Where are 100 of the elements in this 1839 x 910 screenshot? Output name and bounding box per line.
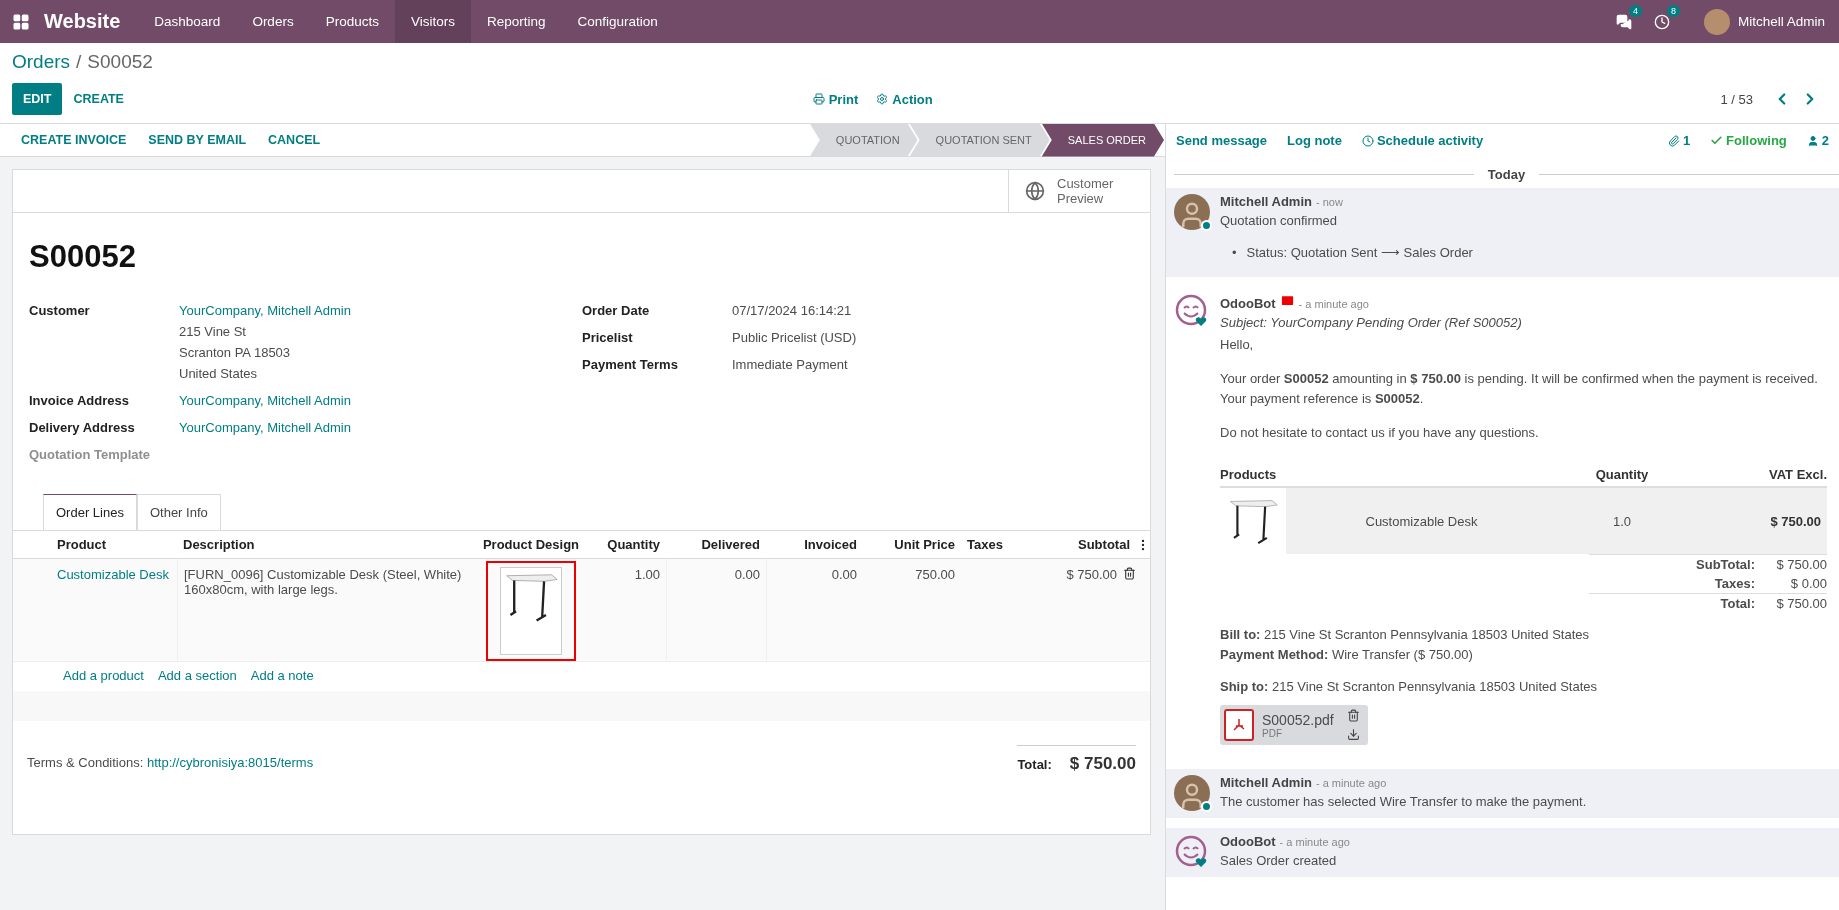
count-badge: 4 xyxy=(1628,4,1642,17)
globe-icon xyxy=(1025,181,1045,201)
chatter-action-button[interactable]: Log note xyxy=(1287,133,1342,148)
trash-icon[interactable] xyxy=(1123,567,1136,580)
column-header: Taxes xyxy=(966,537,1004,552)
field-value: Immediate Payment xyxy=(732,356,849,374)
clock-icon xyxy=(1361,134,1374,147)
column-header: Invoiced xyxy=(803,537,858,552)
field-label: Quotation Template xyxy=(29,446,152,464)
primary-button[interactable]: EDIT xyxy=(12,83,63,115)
online-status-dot xyxy=(1201,220,1212,231)
table-cell-text: 1.00 xyxy=(633,566,661,584)
field-value: Public Pricelist (USD) xyxy=(732,329,858,347)
terms-link[interactable]: http://cybronisiya:8015/terms xyxy=(146,755,314,770)
status-stage[interactable]: QUOTATION xyxy=(809,123,918,157)
tab[interactable]: Other Info xyxy=(136,494,221,531)
column-header: Delivered xyxy=(700,537,761,552)
pdf-icon xyxy=(1224,709,1254,741)
menu-item[interactable]: Products xyxy=(309,0,395,43)
pager: 1 / 53 xyxy=(1720,91,1753,107)
field-label: Customer xyxy=(29,302,91,320)
tracking-value: Status: Quotation Sent ⟶ Sales Order xyxy=(1246,244,1473,262)
field-link[interactable]: YourCompany, Mitchell Admin xyxy=(179,417,582,438)
add-line-link[interactable]: Add a product xyxy=(63,668,144,683)
column-header: Quantity xyxy=(1594,467,1650,482)
field-label: Order Date xyxy=(582,302,651,320)
trash-icon[interactable] xyxy=(1347,709,1360,722)
total-label: SubTotal: xyxy=(1696,557,1755,572)
address-line: Bill to: 215 Vine St Scranton Pennsylvania 18503 United States xyxy=(1220,626,1591,644)
followers-button[interactable]: 2 xyxy=(1806,133,1829,148)
total-label: Taxes: xyxy=(1714,576,1755,591)
field-label: Delivery Address xyxy=(29,419,136,437)
order-title: S00052 xyxy=(29,239,137,275)
table-cell-text: $ 750.00 xyxy=(1066,567,1117,584)
address-line: Scranton PA 18503 xyxy=(179,344,292,362)
table-cell-text: Customizable Desk xyxy=(1364,512,1479,531)
field-label: Payment Terms xyxy=(582,356,679,374)
menu-item[interactable]: Reporting xyxy=(470,0,562,43)
column-header: Description xyxy=(182,537,256,552)
breadcrumb-link[interactable]: Orders xyxy=(12,51,71,73)
status-stage[interactable]: QUOTATION SENT xyxy=(909,123,1050,157)
person-icon xyxy=(1806,134,1819,147)
column-header: Unit Price xyxy=(893,537,956,552)
desk-drawing xyxy=(1227,497,1279,545)
table-cell: 0.00 xyxy=(666,559,766,661)
breadcrumb-current: S00052 xyxy=(87,51,153,73)
chat-icon[interactable] xyxy=(1615,13,1632,30)
table-cell: [FURN_0096] Customizable Desk (Steel, White) 160x80cm, with large legs. xyxy=(177,559,471,661)
product-link[interactable]: Customizable Desk xyxy=(51,559,177,661)
app-grid-icon[interactable] xyxy=(12,12,30,31)
status-action-button[interactable]: CREATE INVOICE xyxy=(10,124,138,156)
count-badge: 8 xyxy=(1666,4,1680,17)
attachments-button[interactable]: 1 xyxy=(1667,133,1691,148)
column-header: Subtotal xyxy=(1077,537,1131,552)
column-header: Product xyxy=(56,537,108,552)
user-avatar xyxy=(1174,775,1210,811)
status-stage[interactable]: SALES ORDER xyxy=(1041,123,1164,157)
secondary-button[interactable]: CREATE xyxy=(62,83,135,115)
total-label: Total: xyxy=(1720,596,1755,611)
table-cell-text: $ 750.00 xyxy=(1769,512,1822,531)
table-cell-text: 750.00 xyxy=(914,566,956,584)
message-time: - a minute ago xyxy=(1298,298,1369,310)
field-label: Pricelist xyxy=(582,329,634,347)
breadcrumb-separator: / xyxy=(76,51,82,73)
following-button[interactable]: Following xyxy=(1710,133,1787,148)
total-label: Total: xyxy=(1017,757,1052,772)
column-header: VAT Excl. xyxy=(1767,467,1827,482)
check-icon xyxy=(1710,134,1724,147)
menu-item[interactable]: Visitors xyxy=(394,0,471,43)
status-action-button[interactable]: CANCEL xyxy=(257,124,332,156)
message-author: OdooBot xyxy=(1220,834,1276,849)
gear-icon xyxy=(876,93,889,105)
message-author: OdooBot xyxy=(1220,296,1276,311)
add-line-link[interactable]: Add a note xyxy=(250,668,314,683)
user-avatar[interactable] xyxy=(1703,8,1730,35)
action-button[interactable]: Action xyxy=(876,91,933,107)
message-body: Quotation confirmed xyxy=(1220,212,1339,230)
user-name[interactable]: Mitchell Admin xyxy=(1737,14,1825,29)
attachment-card[interactable]: S00052.pdf PDF xyxy=(1220,705,1368,745)
address-line: United States xyxy=(179,365,259,383)
chatter-action-button[interactable]: Send message xyxy=(1176,133,1268,148)
total-value: $ 750.00 xyxy=(1775,596,1827,611)
chatter-action-button[interactable]: Schedule activity xyxy=(1361,133,1484,148)
message-author: Mitchell Admin xyxy=(1220,194,1312,209)
add-line-link[interactable]: Add a section xyxy=(157,668,237,683)
field-link[interactable]: YourCompany, Mitchell Admin xyxy=(179,300,582,321)
desk-drawing xyxy=(503,572,559,623)
field-link[interactable]: YourCompany, Mitchell Admin xyxy=(179,390,582,411)
address-line: Ship to: 215 Vine St Scranton Pennsylvania 18503 United States xyxy=(1220,678,1598,696)
status-action-button[interactable]: SEND BY EMAIL xyxy=(137,124,258,156)
attachment-type: PDF xyxy=(1262,727,1282,739)
download-icon[interactable] xyxy=(1347,728,1360,741)
menu-item[interactable]: Configuration xyxy=(561,0,674,43)
clock-icon[interactable] xyxy=(1653,13,1670,30)
printer-icon xyxy=(812,93,825,105)
tab[interactable]: Order Lines xyxy=(43,494,137,531)
print-button[interactable]: Print xyxy=(812,91,859,107)
message-time: - now xyxy=(1315,196,1343,208)
menu-item[interactable]: Orders xyxy=(236,0,310,43)
menu-item[interactable]: Dashboard xyxy=(138,0,237,43)
